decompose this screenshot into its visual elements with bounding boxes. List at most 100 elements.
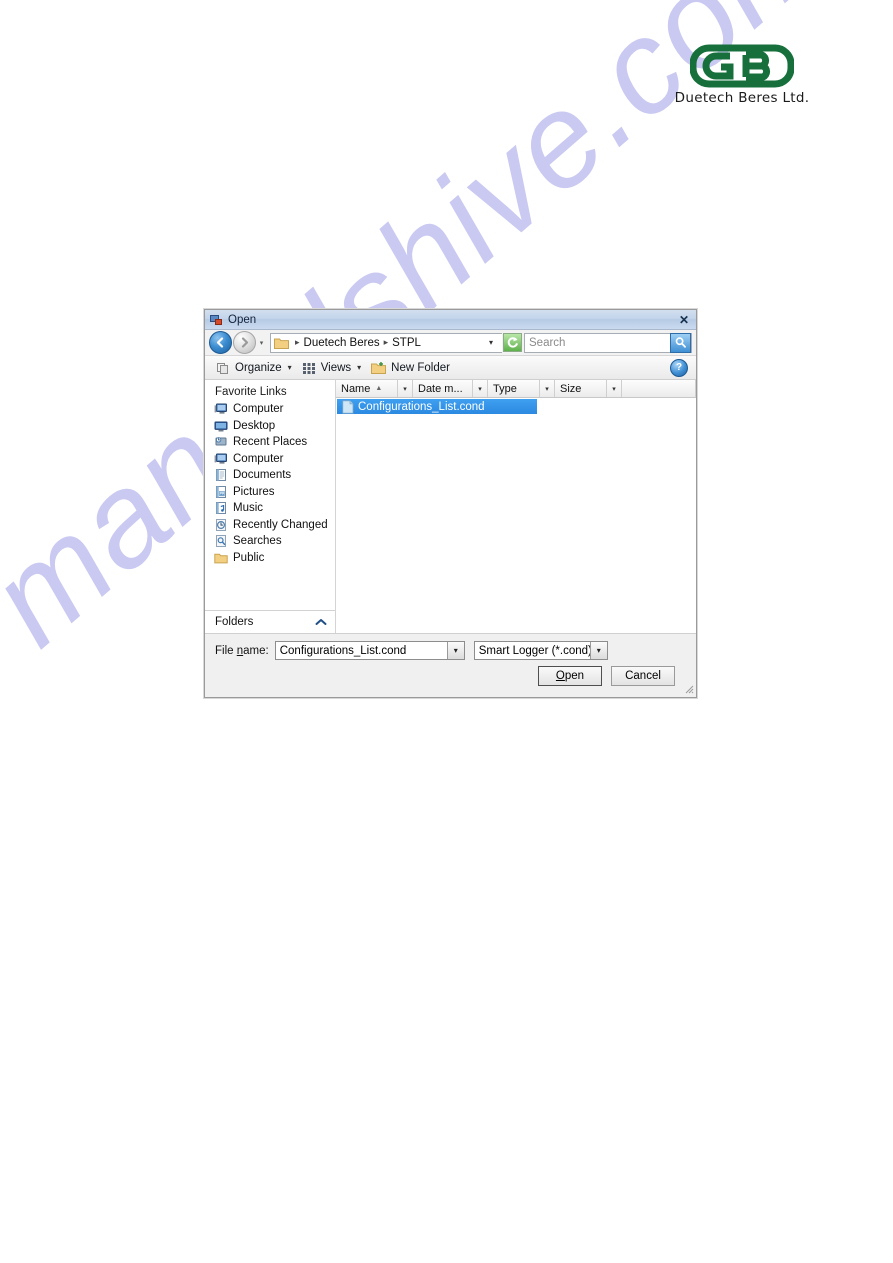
column-filter-date-icon[interactable]: ▾ [473,380,488,397]
file-document-icon [342,399,354,414]
sidebar-label: Desktop [233,419,276,432]
sidebar-label: Music [233,502,264,515]
close-icon[interactable]: ✕ [674,312,694,328]
refresh-button[interactable] [503,333,522,352]
dialog-titlebar[interactable]: Open ✕ [205,310,696,330]
filetype-combobox[interactable]: Smart Logger (*.cond) ▾ [473,641,608,660]
column-header-date-modified[interactable]: Date m... [413,380,473,397]
column-header-name[interactable]: Name ▲ [336,380,398,397]
computer-icon [214,403,227,414]
company-name: Duetech Beres Ltd. [674,90,810,106]
history-dropdown-icon[interactable]: ▾ [256,333,267,353]
organize-label: Organize [235,361,282,374]
filename-row: File name: Configurations_List.cond ▾ Sm… [215,641,686,660]
sort-ascending-icon: ▲ [375,385,383,392]
music-icon [216,502,226,515]
desktop-icon [214,421,228,432]
new-folder-button[interactable]: New Folder [366,358,455,378]
column-header-row: Name ▲ ▾ Date m... ▾ Type ▾ Size ▾ [336,380,696,398]
sidebar-item-computer-2[interactable]: Computer [211,451,335,468]
filename-label-pre: File [215,644,237,657]
breadcrumb-item-1[interactable]: STPL [392,337,421,349]
searches-icon [216,535,226,548]
computer-icon [214,453,227,464]
folders-toggle[interactable]: Folders [205,610,335,633]
chevron-up-icon [315,619,327,625]
window-app-icon [210,313,223,326]
search-button[interactable] [670,332,691,353]
filetype-value[interactable]: Smart Logger (*.cond) [475,645,590,657]
sidebar-label: Public [233,551,265,564]
sidebar-label: Recent Places [233,436,308,449]
pictures-icon [216,485,226,498]
views-button[interactable]: Views ▾ [297,358,366,378]
column-header-type[interactable]: Type [488,380,540,397]
gb-monogram-icon [690,44,794,88]
sidebar-item-computer[interactable]: Computer [211,401,335,418]
sidebar-item-recent-places[interactable]: Recent Places [211,434,335,451]
sidebar-item-desktop[interactable]: Desktop [211,418,335,435]
back-button[interactable] [209,331,232,354]
dialog-title: Open [228,313,257,326]
filename-label: File name: [215,645,269,657]
dialog-body: Favorite Links Computer Desktop Recent P… [205,380,696,633]
dialog-footer: File name: Configurations_List.cond ▾ Sm… [205,633,696,695]
new-folder-label: New Folder [391,361,450,374]
file-row-configurations-list[interactable]: Configurations_List.cond [337,399,537,414]
dialog-toolbar: Organize ▾ Views ▾ New Folder ? [205,356,696,380]
sidebar-label: Computer [233,403,284,416]
search-box[interactable] [524,332,692,353]
back-arrow-icon [216,337,224,348]
sidebar-item-documents[interactable]: Documents [211,467,335,484]
file-list-pane: Name ▲ ▾ Date m... ▾ Type ▾ Size ▾ Confi… [336,380,696,633]
column-filter-size-icon[interactable]: ▾ [607,380,622,397]
filetype-dropdown-icon[interactable]: ▾ [589,642,607,659]
sidebar-label: Computer [233,452,284,465]
sidebar-item-public[interactable]: Public [211,550,335,567]
column-filter-name-icon[interactable]: ▾ [398,380,413,397]
organize-icon [217,362,228,374]
sidebar-item-pictures[interactable]: Pictures [211,484,335,501]
open-button-rest: pen [564,670,585,682]
breadcrumb-item-0[interactable]: Duetech Beres [304,337,380,349]
open-button[interactable]: Open [538,666,602,686]
address-breadcrumb-bar[interactable]: ▸ Duetech Beres ▸ STPL ▾ [270,332,502,353]
recent-places-icon [215,437,227,446]
favorites-list: Computer Desktop Recent Places Computer … [205,401,335,610]
file-list: Configurations_List.cond [336,398,696,633]
resize-grip-icon[interactable] [682,682,694,694]
public-folder-icon [214,553,228,564]
column-label: Size [560,382,582,395]
folders-label: Folders [215,616,254,628]
column-header-size[interactable]: Size [555,380,607,397]
sidebar-item-recently-changed[interactable]: Recently Changed [211,517,335,534]
company-logo: Duetech Beres Ltd. [672,44,812,106]
dialog-buttons-row: Open Cancel [215,666,686,686]
filename-label-post: ame: [243,644,269,657]
open-file-dialog: Open ✕ ▾ ▸ Duetech Beres ▸ STPL ▾ Search… [204,309,697,698]
forward-arrow-icon [241,337,249,348]
sidebar-item-searches[interactable]: Searches [211,533,335,550]
organize-button[interactable]: Organize ▾ [211,358,297,378]
sidebar-label: Searches [233,535,282,548]
new-folder-icon [371,361,387,374]
search-input[interactable] [525,335,670,350]
sidebar-item-music[interactable]: Music [211,500,335,517]
filename-value[interactable]: Configurations_List.cond [276,645,447,657]
path-dropdown-icon[interactable]: ▾ [487,338,499,347]
help-icon[interactable]: ? [670,358,688,377]
views-caret-icon: ▾ [357,363,362,372]
filename-dropdown-icon[interactable]: ▾ [446,642,464,659]
views-icon [302,362,315,374]
breadcrumb-separator-0[interactable]: ▸ [291,337,304,348]
sidebar-label: Pictures [233,485,275,498]
column-filter-type-icon[interactable]: ▾ [540,380,555,397]
forward-button[interactable] [233,331,256,354]
breadcrumb-separator-1[interactable]: ▸ [380,337,393,348]
cancel-button[interactable]: Cancel [611,666,675,686]
sidebar-label: Recently Changed [233,518,328,531]
recently-changed-icon [216,518,226,531]
open-button-accel: O [555,670,565,682]
navigation-bar: ▾ ▸ Duetech Beres ▸ STPL ▾ [205,330,696,356]
filename-combobox[interactable]: Configurations_List.cond ▾ [274,641,465,660]
